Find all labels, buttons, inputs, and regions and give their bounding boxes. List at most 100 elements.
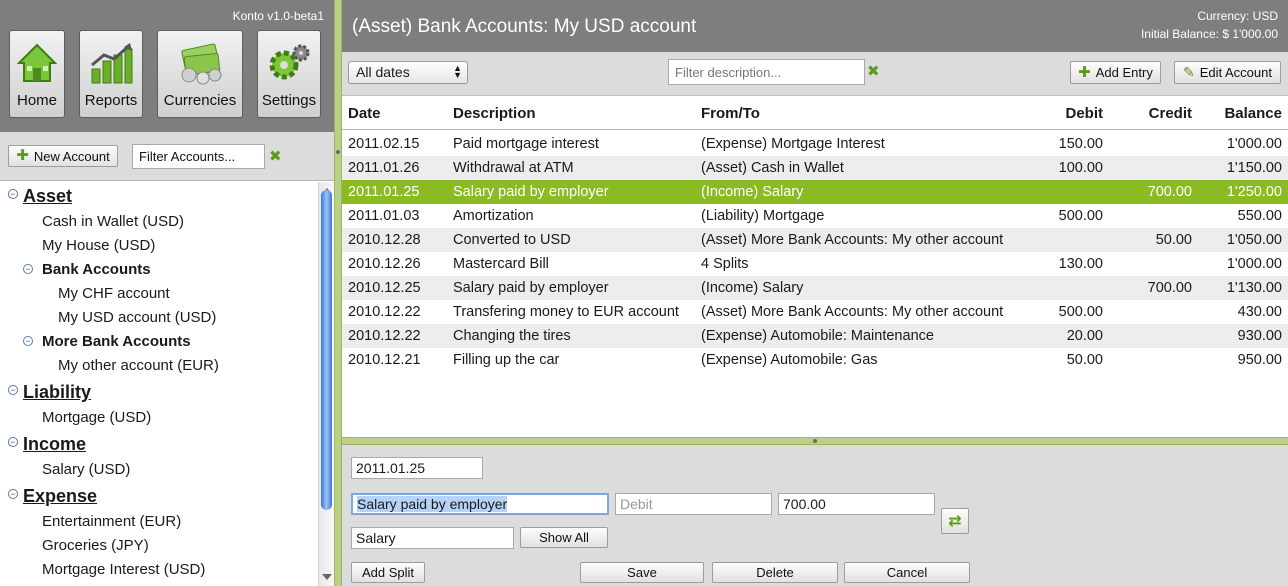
scroll-down-icon[interactable] <box>322 574 332 580</box>
entry-description-field[interactable]: Salary paid by employer <box>351 493 609 515</box>
cell-debit: 100.00 <box>1058 160 1103 176</box>
column-header-date[interactable]: Date <box>348 105 381 122</box>
collapse-icon[interactable]: − <box>8 189 18 199</box>
cell-debit: 500.00 <box>1058 304 1103 320</box>
cell-from-to: (Expense) Mortgage Interest <box>701 136 885 152</box>
scrollbar-thumb[interactable] <box>321 190 332 510</box>
filter-accounts-input[interactable]: Filter Accounts... <box>132 144 265 169</box>
cell-debit: 20.00 <box>1066 328 1103 344</box>
cell-credit: 700.00 <box>1147 184 1192 200</box>
cell-description: Changing the tires <box>453 328 571 344</box>
cell-description: Filling up the car <box>453 352 560 368</box>
column-header-balance[interactable]: Balance <box>1224 105 1282 122</box>
table-row[interactable]: 2010.12.25 Salary paid by employer (Inco… <box>342 276 1288 300</box>
accounts-pane: Konto v1.0-beta1 Home Reports Currencies… <box>0 0 334 586</box>
cell-debit: 50.00 <box>1066 352 1103 368</box>
account-currency: Currency: USD <box>1197 9 1278 23</box>
splitter-grip[interactable] <box>336 150 340 154</box>
account-header: (Asset) Bank Accounts: My USD account Cu… <box>342 0 1288 52</box>
cell-from-to: (Expense) Automobile: Maintenance <box>701 328 934 344</box>
column-header-credit[interactable]: Credit <box>1149 105 1192 122</box>
entry-account-field[interactable]: Salary <box>351 527 514 549</box>
cell-credit: 50.00 <box>1155 232 1192 248</box>
tree-item-asset[interactable]: Asset <box>23 184 72 208</box>
add-entry-button[interactable]: ✚ Add Entry <box>1070 61 1161 84</box>
column-header-description[interactable]: Description <box>453 105 536 122</box>
table-row[interactable]: 2010.12.22 Changing the tires (Expense) … <box>342 324 1288 348</box>
cell-from-to: (Asset) More Bank Accounts: My other acc… <box>701 304 1004 320</box>
show-all-button[interactable]: Show All <box>520 527 608 548</box>
column-header-from-to[interactable]: From/To <box>701 105 760 122</box>
table-row[interactable]: 2010.12.26 Mastercard Bill 4 Splits 130.… <box>342 252 1288 276</box>
add-split-button[interactable]: Add Split <box>351 562 425 583</box>
collapse-icon[interactable]: − <box>23 264 33 274</box>
table-row[interactable]: 2010.12.21 Filling up the car (Expense) … <box>342 348 1288 372</box>
entry-date-field[interactable]: 2011.01.25 <box>351 457 483 479</box>
cell-date: 2010.12.25 <box>348 280 421 296</box>
tree-item-mortgage[interactable]: Mortgage (USD) <box>42 406 151 430</box>
table-row[interactable]: 2010.12.28 Converted to USD (Asset) More… <box>342 228 1288 252</box>
tree-item-cash-wallet[interactable]: Cash in Wallet (USD) <box>42 210 184 234</box>
settings-button[interactable]: Settings <box>257 30 321 118</box>
collapse-icon[interactable]: − <box>8 437 18 447</box>
cell-balance: 1'000.00 <box>1226 136 1282 152</box>
edit-account-button[interactable]: ✎ Edit Account <box>1174 61 1281 84</box>
tree-item-usd-account[interactable]: My USD account (USD) <box>58 306 216 330</box>
ledger-toolbar: All dates ▲ ▼ Filter description... ✖ ✚ A… <box>342 52 1288 96</box>
tree-item-mortgage-interest[interactable]: Mortgage Interest (USD) <box>42 558 205 582</box>
cell-description: Salary paid by employer <box>453 184 609 200</box>
collapse-icon[interactable]: − <box>23 336 33 346</box>
tree-item-my-house[interactable]: My House (USD) <box>42 234 155 258</box>
transactions-table: Date Description From/To Debit Credit Ba… <box>342 97 1288 437</box>
delete-button[interactable]: Delete <box>712 562 838 583</box>
cell-balance: 1'000.00 <box>1226 256 1282 272</box>
tree-item-chf-account[interactable]: My CHF account <box>58 282 170 306</box>
table-row[interactable]: 2011.01.26 Withdrawal at ATM (Asset) Cas… <box>342 156 1288 180</box>
add-entry-label: Add Entry <box>1095 65 1153 80</box>
swap-debit-credit-button[interactable]: ⇄ <box>941 508 969 534</box>
vertical-splitter[interactable] <box>334 0 342 586</box>
cell-description: Salary paid by employer <box>453 280 609 296</box>
table-row-selected[interactable]: 2011.01.25 Salary paid by employer (Inco… <box>342 180 1288 204</box>
horizontal-splitter[interactable] <box>342 437 1288 445</box>
account-tree-scrollbar[interactable] <box>318 182 334 586</box>
collapse-icon[interactable]: − <box>8 489 18 499</box>
table-row[interactable]: 2010.12.22 Transfering money to EUR acco… <box>342 300 1288 324</box>
table-row[interactable]: 2011.02.15 Paid mortgage interest (Expen… <box>342 132 1288 156</box>
tree-item-liability[interactable]: Liability <box>23 380 91 404</box>
new-account-button[interactable]: ✚ New Account <box>8 145 118 167</box>
column-header-debit[interactable]: Debit <box>1066 105 1104 122</box>
splitter-grip[interactable] <box>813 439 817 443</box>
entry-credit-field[interactable]: 700.00 <box>778 493 935 515</box>
date-range-select[interactable]: All dates ▲ ▼ <box>348 61 468 84</box>
clear-filter-icon[interactable]: ✖ <box>269 147 282 165</box>
tree-item-groceries[interactable]: Groceries (JPY) <box>42 534 149 558</box>
chart-icon <box>91 43 133 84</box>
clear-filter-icon[interactable]: ✖ <box>867 62 880 80</box>
tree-item-entertainment[interactable]: Entertainment (EUR) <box>42 510 181 534</box>
money-icon <box>181 43 222 85</box>
tree-item-salary[interactable]: Salary (USD) <box>42 458 130 482</box>
currencies-button[interactable]: Currencies <box>157 30 243 118</box>
tree-item-more-bank-accounts[interactable]: More Bank Accounts <box>42 330 191 354</box>
cell-description: Mastercard Bill <box>453 256 549 272</box>
app-version: Konto v1.0-beta1 <box>232 9 324 23</box>
cell-debit: 150.00 <box>1058 136 1103 152</box>
entry-debit-field[interactable]: Debit <box>615 493 772 515</box>
tree-item-bank-accounts[interactable]: Bank Accounts <box>42 258 151 282</box>
entry-description-text: Salary paid by employer <box>357 496 508 512</box>
tree-item-expense[interactable]: Expense <box>23 484 97 508</box>
home-button[interactable]: Home <box>9 30 65 118</box>
cancel-button[interactable]: Cancel <box>844 562 970 583</box>
house-icon <box>17 43 57 82</box>
reports-label: Reports <box>84 92 138 109</box>
currencies-label: Currencies <box>163 92 237 109</box>
table-row[interactable]: 2011.01.03 Amortization (Liability) Mort… <box>342 204 1288 228</box>
filter-description-input[interactable]: Filter description... <box>668 59 865 85</box>
tree-item-other-account[interactable]: My other account (EUR) <box>58 354 219 378</box>
reports-button[interactable]: Reports <box>79 30 143 118</box>
cell-description: Amortization <box>453 208 534 224</box>
tree-item-income[interactable]: Income <box>23 432 86 456</box>
save-button[interactable]: Save <box>580 562 704 583</box>
collapse-icon[interactable]: − <box>8 385 18 395</box>
